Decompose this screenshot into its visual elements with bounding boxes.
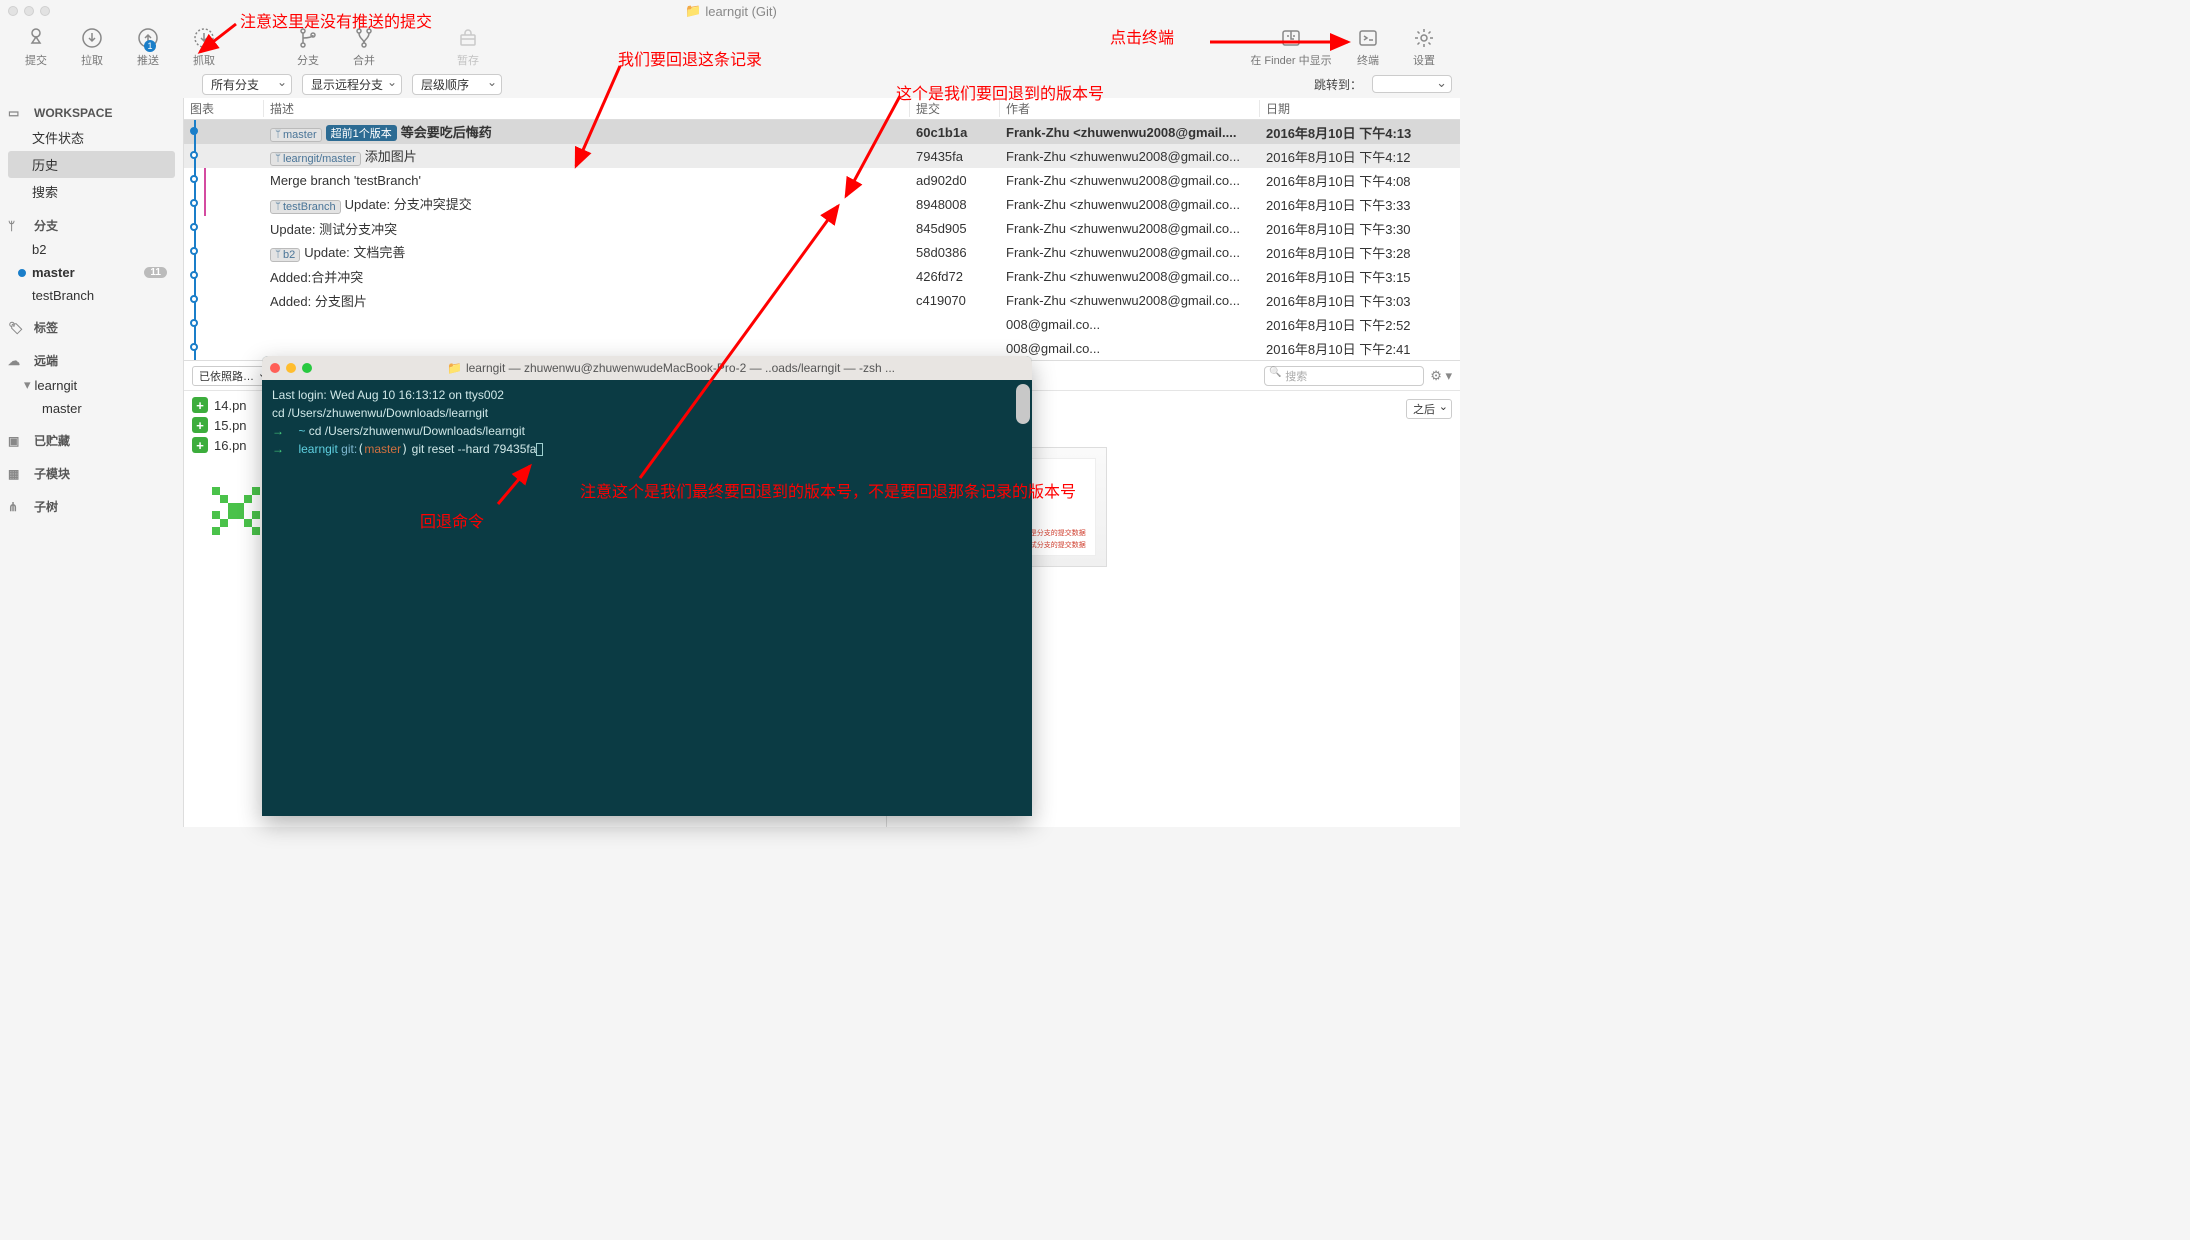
sidebar-remote-master[interactable]: master xyxy=(8,397,175,420)
added-icon: + xyxy=(192,417,208,433)
commit-row[interactable]: 008@gmail.co...2016年8月10日 下午2:52 xyxy=(184,312,1460,336)
commit-list-header: 图表 描述 提交 作者 日期 xyxy=(184,98,1460,120)
push-icon xyxy=(134,26,162,50)
terminal-window[interactable]: 📁learngit — zhuwenwu@zhuwenwudeMacBook-P… xyxy=(262,356,1032,816)
pull-button[interactable]: 拉取 xyxy=(68,26,116,68)
folder-icon: 📁 xyxy=(685,3,701,19)
branch-icon: ᛘ xyxy=(8,219,24,233)
merge-icon xyxy=(350,26,378,50)
commit-list: ᛘmaster超前1个版本等会要吃后悔药60c1b1aFrank-Zhu <zh… xyxy=(184,120,1460,360)
stash-icon: ▣ xyxy=(8,434,24,448)
terminal-zoom-icon[interactable] xyxy=(302,363,312,373)
author-avatar xyxy=(204,479,268,543)
pull-icon xyxy=(78,26,106,50)
fetch-icon xyxy=(190,26,218,50)
fetch-button[interactable]: 抓取 xyxy=(180,26,228,68)
terminal-icon xyxy=(1354,26,1382,50)
diff-mode-select[interactable]: 之后 xyxy=(1406,399,1452,419)
settings-button[interactable]: 设置 xyxy=(1400,26,1448,68)
commit-icon xyxy=(22,26,50,50)
sidebar-subtree-header[interactable]: ⋔ 子树 xyxy=(8,494,175,519)
sidebar-remote-learngit[interactable]: ▾learngit xyxy=(8,373,175,397)
commit-row[interactable]: ᛘb2Update: 文档完善58d0386Frank-Zhu <zhuwenw… xyxy=(184,240,1460,264)
main-toolbar: 提交 拉取 推送 抓取 分支 合并 暂存 在 Finder 中显示 终端 设置 xyxy=(0,22,1460,70)
commit-row[interactable]: Added: 分支图片c419070Frank-Zhu <zhuwenwu200… xyxy=(184,288,1460,312)
terminal-button[interactable]: 终端 xyxy=(1344,26,1392,68)
commit-row[interactable]: Added:合并冲突426fd72Frank-Zhu <zhuwenwu2008… xyxy=(184,264,1460,288)
terminal-minimize-icon[interactable] xyxy=(286,363,296,373)
sidebar: ▭ WORKSPACE 文件状态 历史 搜索 ᛘ 分支 b2 master 11… xyxy=(0,98,184,827)
col-author[interactable]: 作者 xyxy=(1000,100,1260,117)
cloud-icon: ☁ xyxy=(8,354,24,368)
commit-row[interactable]: ᛘtestBranchUpdate: 分支冲突提交8948008Frank-Zh… xyxy=(184,192,1460,216)
sidebar-history[interactable]: 历史 xyxy=(8,151,175,178)
commit-row[interactable]: Merge branch 'testBranch'ad902d0Frank-Zh… xyxy=(184,168,1460,192)
filter-bar: 所有分支 显示远程分支 层级顺序 跳转到： xyxy=(0,70,1460,98)
added-icon: + xyxy=(192,437,208,453)
sidebar-branch-b2[interactable]: b2 xyxy=(8,238,175,261)
added-icon: + xyxy=(192,397,208,413)
sidebar-workspace-header: ▭ WORKSPACE xyxy=(8,102,175,124)
sidebar-file-status[interactable]: 文件状态 xyxy=(8,124,175,151)
ahead-count-badge: 11 xyxy=(144,267,167,278)
diff-search-input[interactable]: 搜索 xyxy=(1264,366,1424,386)
sidebar-search[interactable]: 搜索 xyxy=(8,178,175,205)
commit-row[interactable]: ᛘmaster超前1个版本等会要吃后悔药60c1b1aFrank-Zhu <zh… xyxy=(184,120,1460,144)
monitor-icon: ▭ xyxy=(8,106,24,120)
col-commit[interactable]: 提交 xyxy=(910,100,1000,117)
jump-to-label: 跳转到： xyxy=(1314,76,1362,93)
branch-button[interactable]: 分支 xyxy=(284,26,332,68)
finder-button[interactable]: 在 Finder 中显示 xyxy=(1246,26,1336,68)
sidebar-tags-header[interactable]: 🏷 标签 xyxy=(8,315,175,340)
terminal-close-icon[interactable] xyxy=(270,363,280,373)
submodule-icon: ▦ xyxy=(8,467,24,481)
sidebar-branch-master[interactable]: master 11 xyxy=(8,261,175,284)
sidebar-stash-header[interactable]: ▣ 已贮藏 xyxy=(8,428,175,453)
current-branch-dot xyxy=(18,269,26,277)
stash-button[interactable]: 暂存 xyxy=(444,26,492,68)
col-graph[interactable]: 图表 xyxy=(184,100,264,117)
terminal-titlebar[interactable]: 📁learngit — zhuwenwu@zhuwenwudeMacBook-P… xyxy=(262,356,1032,380)
order-select[interactable]: 层级顺序 xyxy=(412,74,502,95)
traffic-lights[interactable] xyxy=(8,6,50,16)
col-desc[interactable]: 描述 xyxy=(264,100,910,117)
push-button[interactable]: 推送 xyxy=(124,26,172,68)
window-titlebar: 📁 learngit (Git) xyxy=(0,0,1460,22)
terminal-body[interactable]: Last login: Wed Aug 10 16:13:12 on ttys0… xyxy=(262,380,1032,464)
sidebar-submodule-header[interactable]: ▦ 子模块 xyxy=(8,461,175,486)
terminal-scrollbar[interactable] xyxy=(1016,384,1030,424)
commit-row[interactable]: ᛘlearngit/master添加图片79435faFrank-Zhu <zh… xyxy=(184,144,1460,168)
jump-to-input[interactable] xyxy=(1372,75,1452,93)
terminal-title: 📁learngit — zhuwenwu@zhuwenwudeMacBook-P… xyxy=(318,361,1024,375)
finder-icon xyxy=(1277,26,1305,50)
sidebar-branches-header[interactable]: ᛘ 分支 xyxy=(8,213,175,238)
commit-row[interactable]: Update: 测试分支冲突845d905Frank-Zhu <zhuwenwu… xyxy=(184,216,1460,240)
sidebar-remote-header[interactable]: ☁ 远端 xyxy=(8,348,175,373)
merge-button[interactable]: 合并 xyxy=(340,26,388,68)
window-title: 📁 learngit (Git) xyxy=(50,3,1412,19)
remote-filter-select[interactable]: 显示远程分支 xyxy=(302,74,402,95)
branch-icon xyxy=(294,26,322,50)
commit-button[interactable]: 提交 xyxy=(12,26,60,68)
sidebar-branch-testbranch[interactable]: testBranch xyxy=(8,284,175,307)
col-date[interactable]: 日期 xyxy=(1260,100,1460,117)
branch-filter-select[interactable]: 所有分支 xyxy=(202,74,292,95)
diff-settings-icon[interactable]: ⚙ ▾ xyxy=(1430,368,1452,384)
gear-icon xyxy=(1410,26,1438,50)
stash-icon xyxy=(454,26,482,50)
tag-icon: 🏷 xyxy=(8,321,24,335)
sort-select[interactable]: 已依照路… xyxy=(192,366,271,386)
subtree-icon: ⋔ xyxy=(8,500,24,514)
